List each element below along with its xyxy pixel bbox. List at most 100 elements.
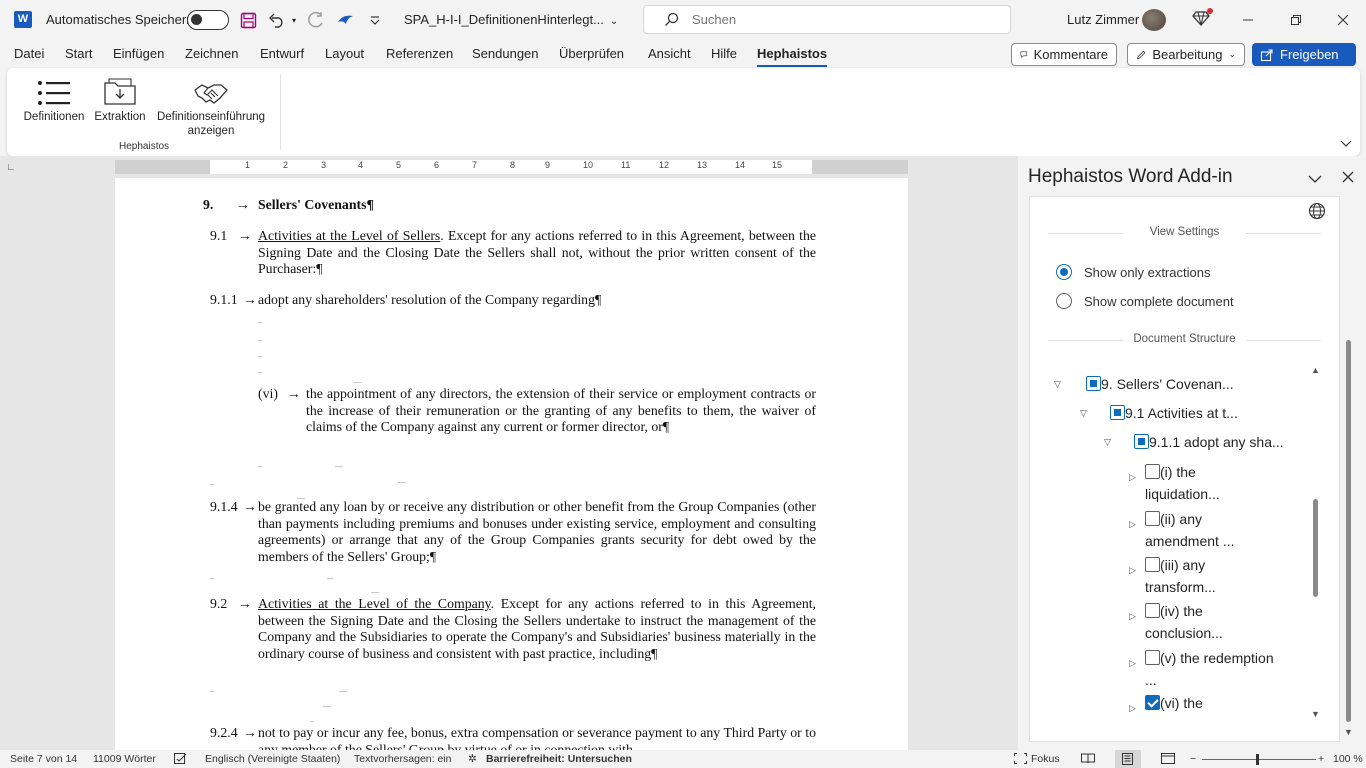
tree-node-ii[interactable]: ▷ (ii) any (1129, 508, 1202, 530)
tree-node-9[interactable]: ▽ 9. Sellers' Covenan... (1054, 373, 1234, 395)
menu-ansicht[interactable]: Ansicht (648, 46, 691, 61)
paragraph-9-2-4[interactable]: not to pay or incur any fee, bonus, extr… (258, 725, 816, 750)
tree-checkbox[interactable] (1145, 464, 1160, 479)
page-count[interactable]: Seite 7 von 14 (10, 753, 77, 765)
read-mode-icon[interactable] (1081, 753, 1095, 767)
menu-layout[interactable]: Layout (325, 46, 364, 61)
editing-mode-button[interactable]: Bearbeitung ⌄ (1127, 43, 1245, 66)
search-box[interactable] (643, 5, 1011, 34)
radio-show-complete[interactable]: Show complete document (1056, 293, 1234, 309)
menu-entwurf[interactable]: Entwurf (260, 46, 304, 61)
close-icon[interactable] (1333, 10, 1353, 30)
tree-checkbox[interactable] (1134, 434, 1149, 449)
proofing-icon[interactable] (174, 753, 187, 767)
user-name[interactable]: Lutz Zimmer (1067, 12, 1139, 27)
collapse-triangle-icon[interactable]: ▽ (1054, 373, 1061, 395)
menu-ueberpruefen[interactable]: Überprüfen (559, 46, 624, 61)
undo-dropdown-icon[interactable]: ▾ (288, 9, 300, 31)
zoom-slider-track[interactable] (1202, 759, 1316, 760)
comments-button[interactable]: Kommentare (1011, 43, 1117, 66)
expand-triangle-icon[interactable]: ▷ (1129, 559, 1136, 581)
radio-button-selected[interactable] (1056, 264, 1072, 280)
menu-zeichnen[interactable]: Zeichnen (185, 46, 238, 61)
search-input[interactable] (692, 12, 992, 27)
tree-node-v[interactable]: ▷ (v) the redemption (1129, 647, 1274, 669)
text-predictions[interactable]: Textvorhersagen: ein (354, 753, 451, 765)
focus-icon[interactable] (1014, 753, 1027, 767)
zoom-in-icon[interactable]: + (1318, 753, 1324, 765)
tree-checkbox[interactable] (1145, 557, 1160, 572)
tree-checkbox[interactable] (1110, 405, 1125, 420)
web-layout-icon[interactable] (1161, 753, 1175, 767)
definitions-button[interactable]: Definitionen (19, 74, 89, 124)
customize-toolbar-icon[interactable] (364, 9, 386, 31)
tree-scroll-thumb[interactable] (1313, 499, 1318, 597)
tree-checkbox[interactable] (1145, 650, 1160, 665)
collapse-triangle-icon[interactable]: ▽ (1104, 431, 1111, 453)
word-count[interactable]: 11009 Wörter (93, 753, 156, 765)
menu-einfuegen[interactable]: Einfügen (113, 46, 164, 61)
menu-datei[interactable]: Datei (14, 46, 44, 61)
document-page[interactable]: 9. → Sellers' Covenants¶ 9.1 → Activitie… (115, 178, 908, 750)
tree-node-iii[interactable]: ▷ (iii) any (1129, 554, 1205, 576)
expand-triangle-icon[interactable]: ▷ (1129, 466, 1136, 488)
collapse-triangle-icon[interactable]: ▽ (1080, 402, 1087, 424)
save-icon[interactable] (237, 9, 259, 31)
tree-checkbox[interactable] (1145, 511, 1160, 526)
ribbon-collapse-icon[interactable] (1340, 136, 1352, 151)
paragraph-9-1[interactable]: Activities at the Level of Sellers. Exce… (258, 228, 816, 278)
paragraph-9-1-4[interactable]: be granted any loan by or receive any di… (258, 499, 816, 565)
tree-node-9-1[interactable]: ▽ 9.1 Activities at t... (1080, 402, 1238, 424)
tree-node-iv[interactable]: ▷ (iv) the (1129, 600, 1203, 622)
touch-mode-icon[interactable] (335, 9, 357, 31)
menu-hilfe[interactable]: Hilfe (711, 46, 737, 61)
language[interactable]: Englisch (Vereinigte Staaten) (205, 753, 340, 765)
menu-sendungen[interactable]: Sendungen (472, 46, 539, 61)
undo-icon[interactable] (266, 9, 288, 31)
pane-options-chevron-icon[interactable] (1308, 172, 1322, 187)
accessibility-status[interactable]: Barrierefreiheit: Untersuchen (486, 753, 632, 765)
horizontal-ruler[interactable]: 1 2 3 4 5 6 7 8 9 10 11 12 13 14 15 (115, 160, 908, 174)
accessibility-icon[interactable]: ✲ (468, 753, 477, 765)
tree-checkbox[interactable] (1145, 603, 1160, 618)
autosave-toggle[interactable] (187, 10, 229, 30)
menu-hephaistos[interactable]: Hephaistos (757, 46, 828, 67)
item-vi[interactable]: the appointment of any directors, the ex… (306, 386, 816, 436)
expand-triangle-icon[interactable]: ▷ (1129, 605, 1136, 627)
tab-selector-icon[interactable]: ∟ (6, 162, 16, 173)
globe-icon[interactable] (1308, 202, 1326, 223)
extraction-button[interactable]: Extraktion (91, 74, 149, 124)
expand-triangle-icon[interactable]: ▷ (1129, 513, 1136, 535)
restore-icon[interactable] (1286, 10, 1306, 30)
pane-scroll-thumb[interactable] (1346, 340, 1351, 722)
radio-button[interactable] (1056, 293, 1072, 309)
document-title[interactable]: SPA_H-I-I_DefinitionenHinterlegt... ⌄ (404, 12, 618, 27)
scroll-down-icon[interactable]: ▼ (1311, 709, 1320, 719)
tree-checkbox-checked[interactable] (1145, 695, 1160, 710)
zoom-slider-thumb[interactable] (1256, 754, 1259, 765)
minimize-icon[interactable] (1238, 10, 1258, 30)
premium-diamond-icon[interactable] (1192, 8, 1213, 30)
tree-checkbox[interactable] (1086, 376, 1101, 391)
avatar[interactable] (1142, 9, 1166, 31)
pane-close-icon[interactable] (1342, 171, 1354, 186)
share-button[interactable]: Freigeben (1252, 43, 1356, 66)
paragraph-9-2[interactable]: Activities at the Level of the Company. … (258, 596, 816, 662)
scroll-up-icon[interactable]: ▲ (1311, 365, 1320, 375)
zoom-out-icon[interactable]: − (1190, 753, 1196, 765)
menu-start[interactable]: Start (65, 46, 92, 61)
zoom-level[interactable]: 100 % (1333, 753, 1363, 765)
pane-scroll-down-icon[interactable]: ▼ (1344, 727, 1353, 737)
tree-node-9-1-1[interactable]: ▽ 9.1.1 adopt any sha... (1104, 431, 1284, 453)
radio-show-extractions[interactable]: Show only extractions (1056, 264, 1210, 280)
menu-referenzen[interactable]: Referenzen (386, 46, 453, 61)
tree-node-i[interactable]: ▷ (i) the (1129, 461, 1196, 483)
expand-triangle-icon[interactable]: ▷ (1129, 652, 1136, 674)
focus-mode[interactable]: Fokus (1031, 753, 1060, 765)
paragraph-9-1-1[interactable]: adopt any shareholders' resolution of th… (258, 292, 816, 309)
document-area[interactable]: ∟ 1 2 3 4 5 6 7 8 9 10 11 12 13 14 15 9.… (0, 156, 1018, 750)
redo-icon[interactable] (305, 9, 327, 31)
tree-node-vi[interactable]: ▷ (vi) the (1129, 692, 1203, 714)
show-definition-intro-button[interactable]: Definitionseinführung anzeigen (151, 74, 271, 138)
expand-triangle-icon[interactable]: ▷ (1129, 697, 1136, 719)
